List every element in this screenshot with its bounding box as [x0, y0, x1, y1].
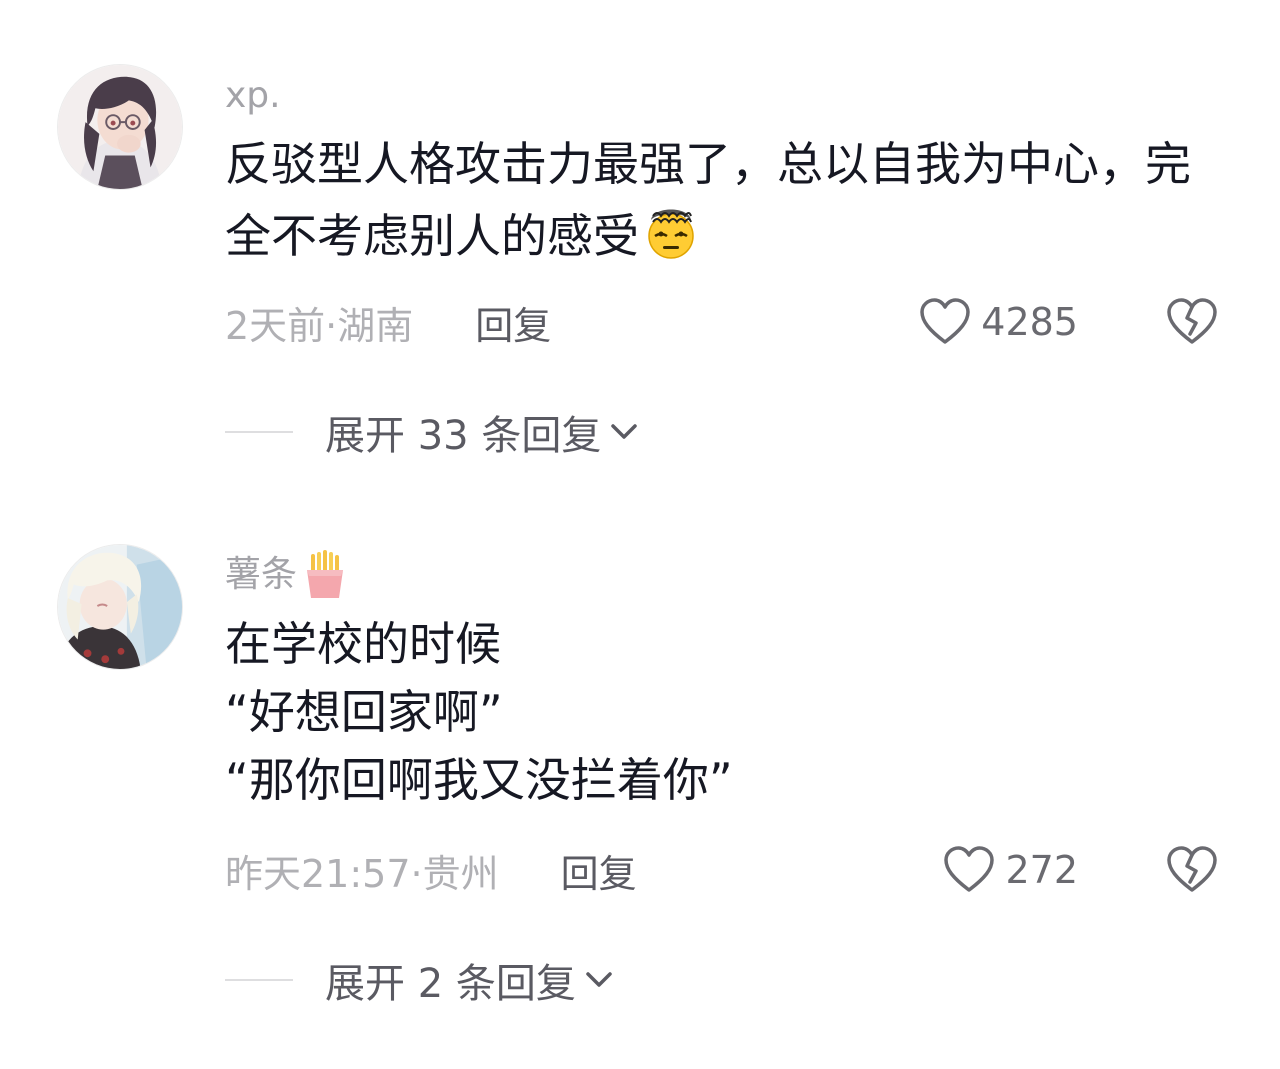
dislike-button[interactable]: [1164, 844, 1220, 896]
comment-text-content: 反驳型人格攻击力最强了，总以自我为中心，完全不考虑别人的感受: [225, 137, 1191, 263]
comment-text: 反驳型人格攻击力最强了，总以自我为中心，完全不考虑别人的感受: [225, 130, 1215, 270]
french-fries-emoji-icon: [307, 550, 344, 598]
heart-outline-icon: [944, 846, 995, 892]
reply-button[interactable]: 回复: [475, 295, 551, 350]
username[interactable]: 薯条: [225, 550, 347, 600]
broken-heart-icon: [1167, 846, 1217, 892]
like-button[interactable]: 272: [943, 846, 1078, 894]
username[interactable]: xp.: [225, 74, 281, 118]
time-location: 2天前·湖南: [225, 303, 414, 348]
divider: [225, 431, 293, 433]
anime-boy-white-hair-avatar-icon: [58, 545, 182, 669]
time-location: 昨天21:57·贵州: [225, 851, 499, 896]
like-count: 272: [1005, 848, 1078, 892]
chevron-down-icon: [611, 424, 638, 439]
heart-outline-icon: [920, 298, 971, 344]
expand-replies-label: 展开 2 条回复: [325, 961, 576, 1007]
like-button[interactable]: 4285: [919, 298, 1078, 346]
expand-replies-row: 展开 2 条回复: [225, 951, 616, 1009]
avatar[interactable]: [57, 544, 183, 670]
divider: [225, 979, 293, 981]
anime-girl-glasses-avatar-icon: [58, 65, 182, 189]
dislike-button[interactable]: [1164, 296, 1220, 348]
exploding-head-emoji-icon: [648, 209, 694, 259]
comment-text: 在学校的时候 “好想回家啊” “那你回啊我又没拦着你”: [225, 610, 1215, 814]
comment-text-content: 在学校的时候 “好想回家啊” “那你回啊我又没拦着你”: [225, 617, 733, 807]
expand-replies-row: 展开 33 条回复: [225, 403, 641, 461]
expand-replies-button[interactable]: 展开 33 条回复: [325, 403, 641, 461]
expand-replies-button[interactable]: 展开 2 条回复: [325, 951, 616, 1009]
reply-button[interactable]: 回复: [561, 843, 637, 898]
expand-replies-label: 展开 33 条回复: [325, 413, 602, 459]
avatar[interactable]: [57, 64, 183, 190]
username-text: 薯条: [225, 554, 298, 595]
comment-meta: 昨天21:57·贵州 回复 272: [225, 844, 1220, 896]
broken-heart-icon: [1167, 298, 1217, 344]
like-count: 4285: [981, 300, 1078, 344]
chevron-down-icon: [586, 972, 612, 987]
username-text: xp.: [225, 75, 281, 116]
comment-meta: 2天前·湖南 回复 4285: [225, 296, 1220, 348]
